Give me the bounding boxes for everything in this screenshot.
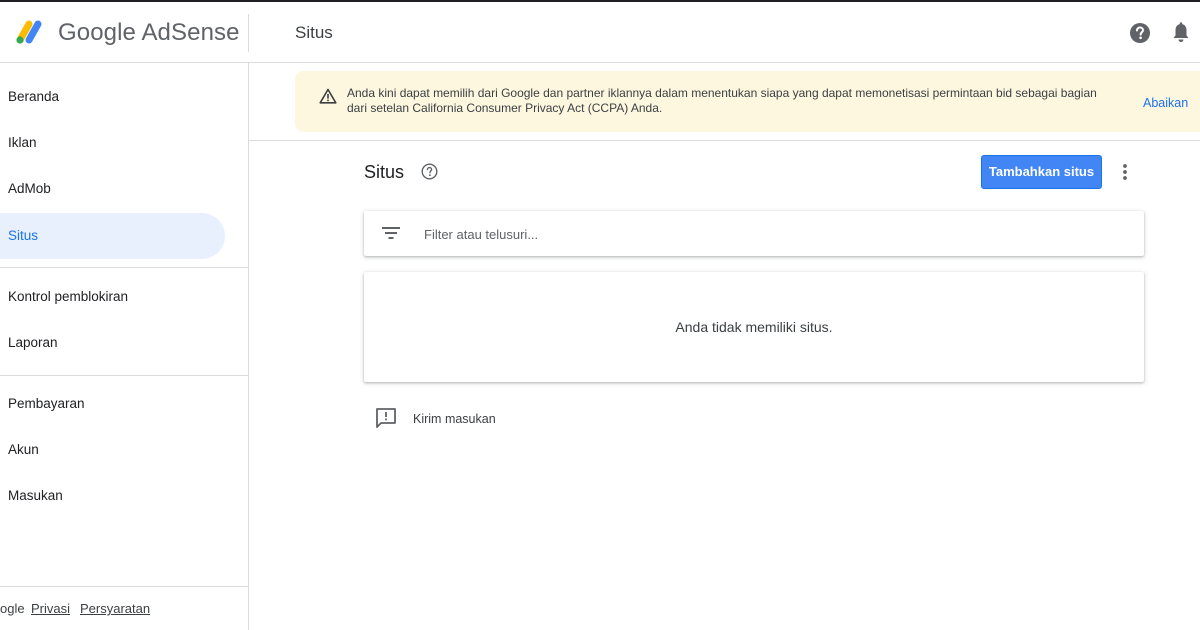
sidebar-item-iklan[interactable]: Iklan [0, 120, 225, 166]
help-icon[interactable] [1129, 22, 1151, 44]
page-heading: Situs [295, 23, 333, 42]
sidebar-item-masukan[interactable]: Masukan [0, 473, 225, 519]
sidebar-item-situs[interactable]: Situs [0, 213, 225, 259]
brand-product: AdSense [141, 19, 240, 46]
notifications-bell-icon[interactable] [1170, 21, 1192, 45]
page-title: Situs [364, 162, 405, 182]
sidebar-item-kontrol-pemblokiran[interactable]: Kontrol pemblokiran [0, 274, 225, 320]
add-site-button[interactable]: Tambahkan situs [981, 155, 1102, 189]
footer-google: ogle [0, 601, 25, 616]
sidebar-item-admob[interactable]: AdMob [0, 166, 225, 212]
filter-search-input[interactable] [424, 222, 1124, 246]
dismiss-banner-button[interactable]: Abaikan [1143, 96, 1188, 110]
feedback-label: Kirim masukan [413, 412, 496, 426]
sidebar-item-pembayaran[interactable]: Pembayaran [0, 381, 225, 427]
sidebar-divider [0, 586, 248, 587]
sidebar-divider [0, 375, 248, 376]
sites-empty-state: Anda tidak memiliki situs. [364, 272, 1144, 382]
banner-message: Anda kini dapat memilih dari Google dan … [347, 86, 1097, 115]
sidebar-item-laporan[interactable]: Laporan [0, 320, 225, 366]
feedback-icon [376, 408, 396, 428]
warning-icon [319, 88, 337, 104]
brand-google: Google [58, 19, 136, 46]
filter-icon[interactable] [381, 224, 401, 242]
app-header: Google AdSense Situs [0, 2, 1200, 63]
sidebar-divider [0, 267, 248, 268]
more-options-icon[interactable] [1116, 162, 1134, 182]
header-divider [248, 14, 249, 52]
content-divider [249, 140, 1200, 141]
adsense-logo-icon[interactable] [14, 16, 50, 46]
footer-terms-link[interactable]: Persyaratan [80, 601, 150, 616]
help-outline-icon[interactable] [421, 163, 438, 180]
footer-privacy-link[interactable]: Privasi [31, 601, 70, 616]
sidebar-item-beranda[interactable]: Beranda [0, 74, 225, 120]
sidebar-item-akun[interactable]: Akun [0, 427, 225, 473]
filter-bar [364, 211, 1144, 256]
empty-state-message: Anda tidak memiliki situs. [675, 319, 833, 335]
ccpa-notice-banner: Anda kini dapat memilih dari Google dan … [295, 71, 1200, 132]
sidebar-nav: Beranda Iklan AdMob Situs Kontrol pemblo… [0, 63, 249, 630]
product-name[interactable]: Google AdSense [58, 19, 240, 47]
